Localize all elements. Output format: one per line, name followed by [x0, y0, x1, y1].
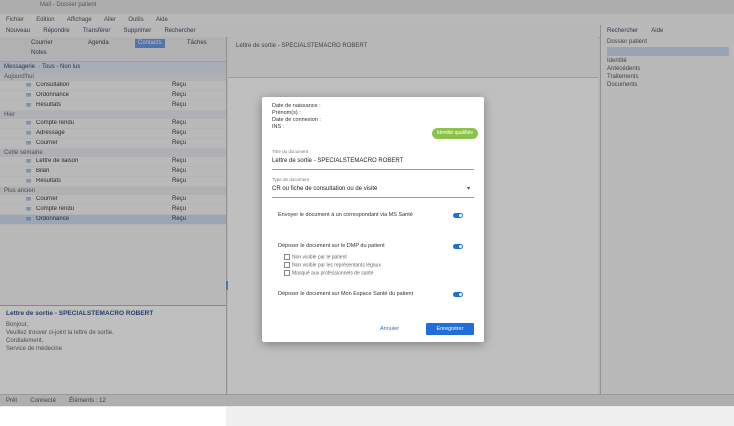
checkbox[interactable] [284, 270, 290, 276]
checkbox[interactable] [284, 262, 290, 268]
mes-toggle[interactable] [453, 292, 463, 297]
field-label: Titre du document [272, 149, 309, 154]
patient-meta-row: Date de connexion : [272, 117, 321, 123]
field-value: CR ou fiche de consultation ou de visite [272, 186, 378, 192]
mes-option-label: Déposer le document sur Mon Espace Santé… [278, 291, 414, 297]
dmp-suboption[interactable]: Masqué aux professionnels de santé [284, 270, 373, 276]
cancel-button[interactable]: Annuler [380, 326, 399, 332]
dmp-suboption[interactable]: Non visible par les représentants légaux [284, 262, 381, 268]
patient-meta-row: Prénom(s) : [272, 110, 301, 116]
patient-meta-row: Date de naissance : [272, 103, 321, 109]
field-label: Type de document [272, 177, 310, 182]
dmp-option-label: Déposer le document sur le DMP du patien… [278, 243, 385, 249]
document-export-dialog: Date de naissance : Prénom(s) : Date de … [262, 97, 484, 342]
mss-toggle[interactable] [453, 213, 463, 218]
dmp-suboption[interactable]: Non visible par le patient [284, 254, 347, 260]
save-button[interactable]: Enregistrer [426, 323, 474, 335]
document-type-select[interactable]: Type de document CR ou fiche de consulta… [272, 177, 474, 198]
checkbox[interactable] [284, 254, 290, 260]
identity-status-badge: Identité qualifiée [432, 128, 478, 139]
document-title-field[interactable]: Titre du document Lettre de sortie - SPE… [272, 149, 474, 170]
chevron-down-icon[interactable]: ▾ [467, 185, 470, 192]
mss-option-label: Envoyer le document à un correspondant v… [278, 212, 413, 218]
field-value: Lettre de sortie - SPECIALSTEMACRO ROBER… [272, 158, 404, 164]
dmp-toggle[interactable] [453, 244, 463, 249]
patient-meta-row: INS : [272, 124, 285, 130]
